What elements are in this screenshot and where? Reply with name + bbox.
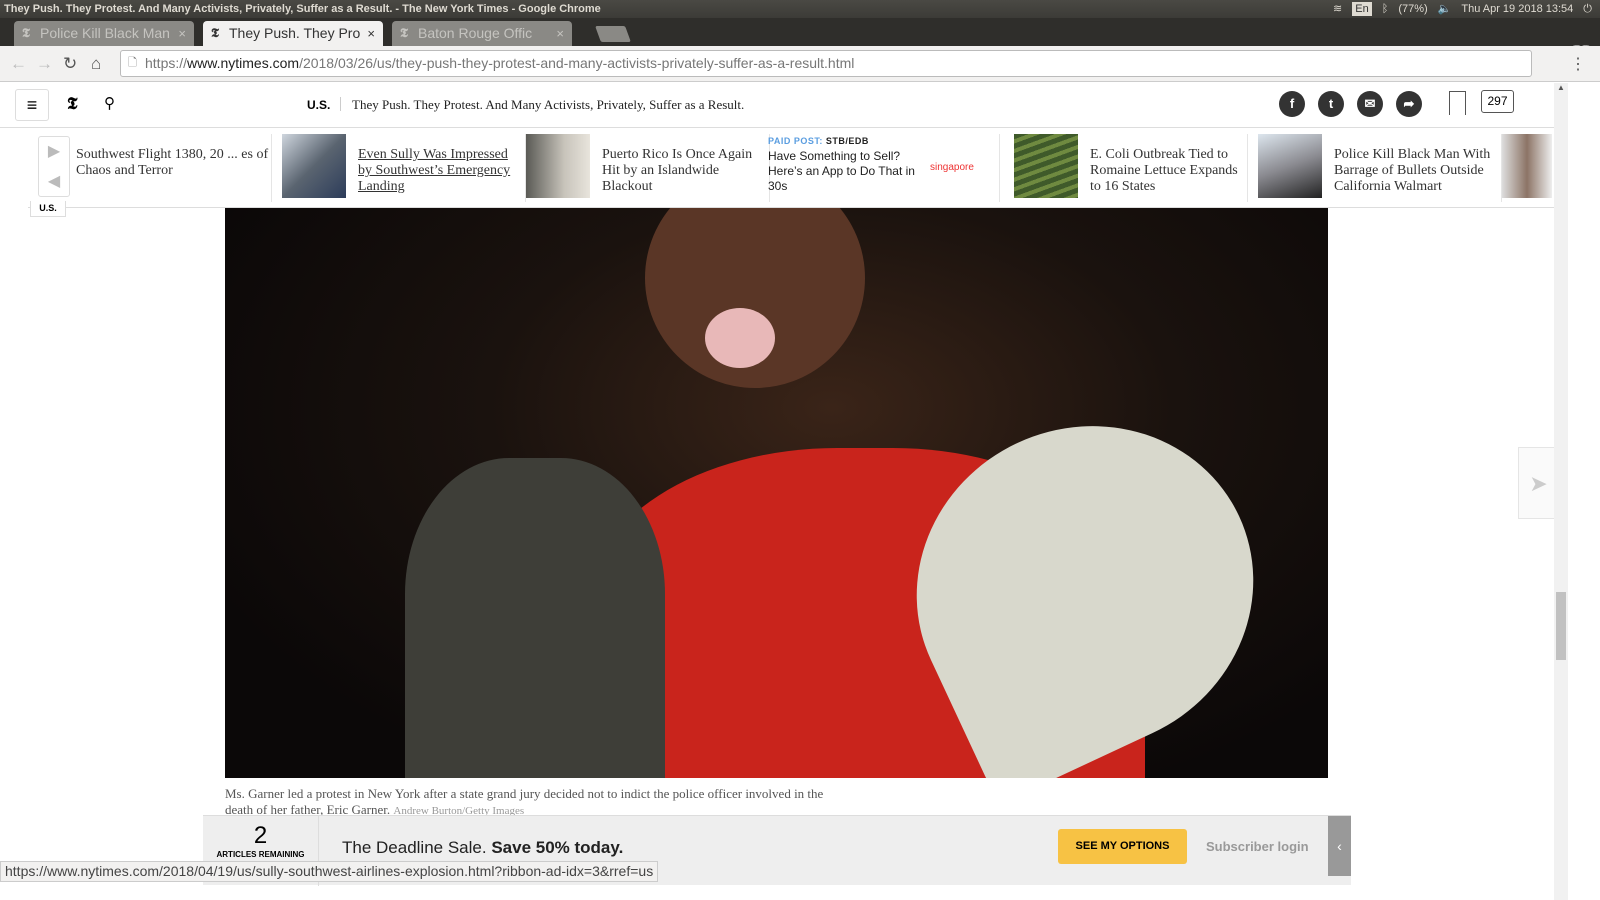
next-article-arrow-icon[interactable]: ➤: [1518, 447, 1558, 519]
offer-text: The Deadline Sale. Save 50% today.: [342, 838, 624, 857]
chrome-menu-icon[interactable]: ⋮: [1570, 54, 1586, 74]
url-scheme: https://: [145, 55, 188, 71]
ribbon-headline[interactable]: E. Coli Outbreak Tied to Romaine Lettuce…: [1090, 134, 1247, 202]
address-bar[interactable]: 🗋 https://www.nytimes.com/2018/03/26/us/t…: [120, 50, 1532, 77]
section-label[interactable]: U.S.: [307, 98, 330, 112]
reload-icon[interactable]: ↻: [63, 54, 77, 74]
ribbon-section-tag: U.S.: [30, 201, 66, 217]
ribbon-item[interactable]: Police Kill Black Man With Barrage of Bu…: [1258, 134, 1502, 202]
ribbon-headline[interactable]: Police Kill Black Man With Barrage of Bu…: [1334, 134, 1501, 202]
tab-baton-rouge[interactable]: 𝕿 Baton Rouge Offic ×: [392, 21, 572, 46]
articles-remaining-label: ARTICLES REMAINING: [216, 850, 305, 859]
power-icon[interactable]: ⏻: [1583, 0, 1592, 18]
close-tab-icon[interactable]: ×: [367, 21, 375, 46]
close-tab-icon[interactable]: ×: [178, 21, 186, 46]
ribbon-prev-icon[interactable]: ◀: [39, 167, 69, 197]
article-title: They Push. They Protest. And Many Activi…: [352, 97, 745, 112]
keyboard-indicator[interactable]: En: [1352, 2, 1372, 16]
ribbon-headline[interactable]: Even Sully Was Impressed by Southwest’s …: [358, 134, 525, 202]
url-path: /2018/03/26/us/they-push-they-protest-an…: [299, 55, 855, 71]
photo-mouth: [705, 308, 775, 368]
ribbon-item[interactable]: [1502, 134, 1562, 202]
system-title-bar: They Push. They Protest. And Many Activi…: [0, 0, 1600, 18]
ribbon-arrows: ▶ ◀: [38, 136, 70, 197]
tab-police-kill[interactable]: 𝕿 Police Kill Black Man ×: [14, 21, 194, 46]
thumbnail-image: [282, 134, 346, 198]
twitter-icon[interactable]: t: [1318, 91, 1344, 117]
articles-remaining-count: 2: [253, 822, 268, 849]
forward-icon[interactable]: →: [36, 54, 53, 74]
article-ribbon: Southwest Flight 1380, 20 ... es of Chao…: [28, 128, 1568, 208]
new-tab-button[interactable]: [595, 26, 631, 42]
see-my-options-button[interactable]: SEE MY OPTIONS: [1058, 829, 1187, 864]
ribbon-headline[interactable]: Puerto Rico Is Once Again Hit by an Isla…: [602, 134, 769, 202]
bluetooth-icon[interactable]: ᛒ: [1382, 0, 1389, 18]
tab-label: Police Kill Black Man: [40, 25, 170, 41]
nyt-favicon-icon: 𝕿: [211, 26, 219, 41]
ribbon-item[interactable]: Puerto Rico Is Once Again Hit by an Isla…: [526, 134, 770, 202]
photo-sleeve: [405, 458, 665, 778]
clock[interactable]: Thu Apr 19 2018 13:54: [1461, 0, 1573, 18]
tab-strip: 𝕿 Police Kill Black Man × 𝕿 They Push. They…: [0, 18, 1600, 56]
scroll-up-icon[interactable]: ▲: [1554, 83, 1568, 92]
url-domain: www.nytimes.com: [187, 55, 300, 71]
sections-menu-button[interactable]: ≡: [15, 89, 49, 121]
tab-label: They Push. They Pro: [229, 25, 361, 41]
bookmark-icon[interactable]: [1449, 91, 1466, 115]
browser-toolbar: ← → ↻ ⌂ 🗋 https://www.nytimes.com/2018/03…: [0, 46, 1600, 82]
ribbon-headline[interactable]: Have Something to Sell? Here’s an App to…: [768, 149, 918, 194]
comments-button[interactable]: 297: [1481, 90, 1514, 113]
nyt-logo-icon[interactable]: 𝕿: [67, 94, 77, 114]
nyt-header: ≡ 𝕿 ⚲ U.S. They Push. They Protest. And …: [0, 83, 1568, 128]
window-title: They Push. They Protest. And Many Activi…: [4, 3, 601, 15]
article-hero-photo: [225, 208, 1328, 778]
ribbon-item[interactable]: Even Sully Was Impressed by Southwest’s …: [282, 134, 526, 202]
tab-label: Baton Rouge Offic: [418, 25, 533, 41]
volume-icon[interactable]: 🔈: [1438, 0, 1452, 18]
ribbon-item[interactable]: E. Coli Outbreak Tied to Romaine Lettuce…: [1014, 134, 1248, 202]
divider: [340, 97, 341, 111]
thumbnail-image: [1014, 134, 1078, 198]
subscriber-login-link[interactable]: Subscriber login: [1206, 839, 1309, 854]
thumbnail-image: [1502, 134, 1552, 198]
system-tray: ≋ En ᛒ (77%) 🔈 Thu Apr 19 2018 13:54 ⏻: [1333, 0, 1592, 18]
status-bar-url: https://www.nytimes.com/2018/04/19/us/su…: [0, 861, 659, 882]
scrollbar-thumb[interactable]: [1556, 592, 1566, 660]
paid-post-label: PAID POST: STB/EDB: [768, 136, 869, 146]
nyt-favicon-icon: 𝕿: [22, 26, 30, 41]
share-icon[interactable]: ➦: [1396, 91, 1422, 117]
collapse-chevron-icon[interactable]: ‹: [1328, 816, 1351, 876]
ribbon-paid-post[interactable]: PAID POST: STB/EDB Have Something to Sell…: [768, 134, 1000, 202]
ribbon-headline[interactable]: Southwest Flight 1380, 20 ... es of Chao…: [76, 134, 271, 202]
battery-indicator[interactable]: (77%): [1398, 0, 1427, 18]
thumbnail-image: [526, 134, 590, 198]
nyt-favicon-icon: 𝕿: [400, 26, 408, 41]
email-icon[interactable]: ✉: [1357, 91, 1383, 117]
wifi-icon[interactable]: ≋: [1333, 0, 1342, 18]
caption-text: Ms. Garner led a protest in New York aft…: [225, 786, 824, 817]
thumbnail-image: [1258, 134, 1322, 198]
singapore-logo: singapore: [930, 162, 974, 173]
ribbon-next-icon[interactable]: ▶: [39, 137, 69, 167]
close-tab-icon[interactable]: ×: [556, 21, 564, 46]
page-icon: 🗋: [128, 57, 137, 69]
scrollbar[interactable]: ▲: [1554, 83, 1568, 900]
facebook-icon[interactable]: f: [1279, 91, 1305, 117]
tab-they-push[interactable]: 𝕿 They Push. They Pro ×: [203, 21, 383, 46]
search-icon[interactable]: ⚲: [104, 94, 115, 112]
back-icon[interactable]: ←: [10, 54, 27, 74]
home-icon[interactable]: ⌂: [91, 54, 101, 74]
